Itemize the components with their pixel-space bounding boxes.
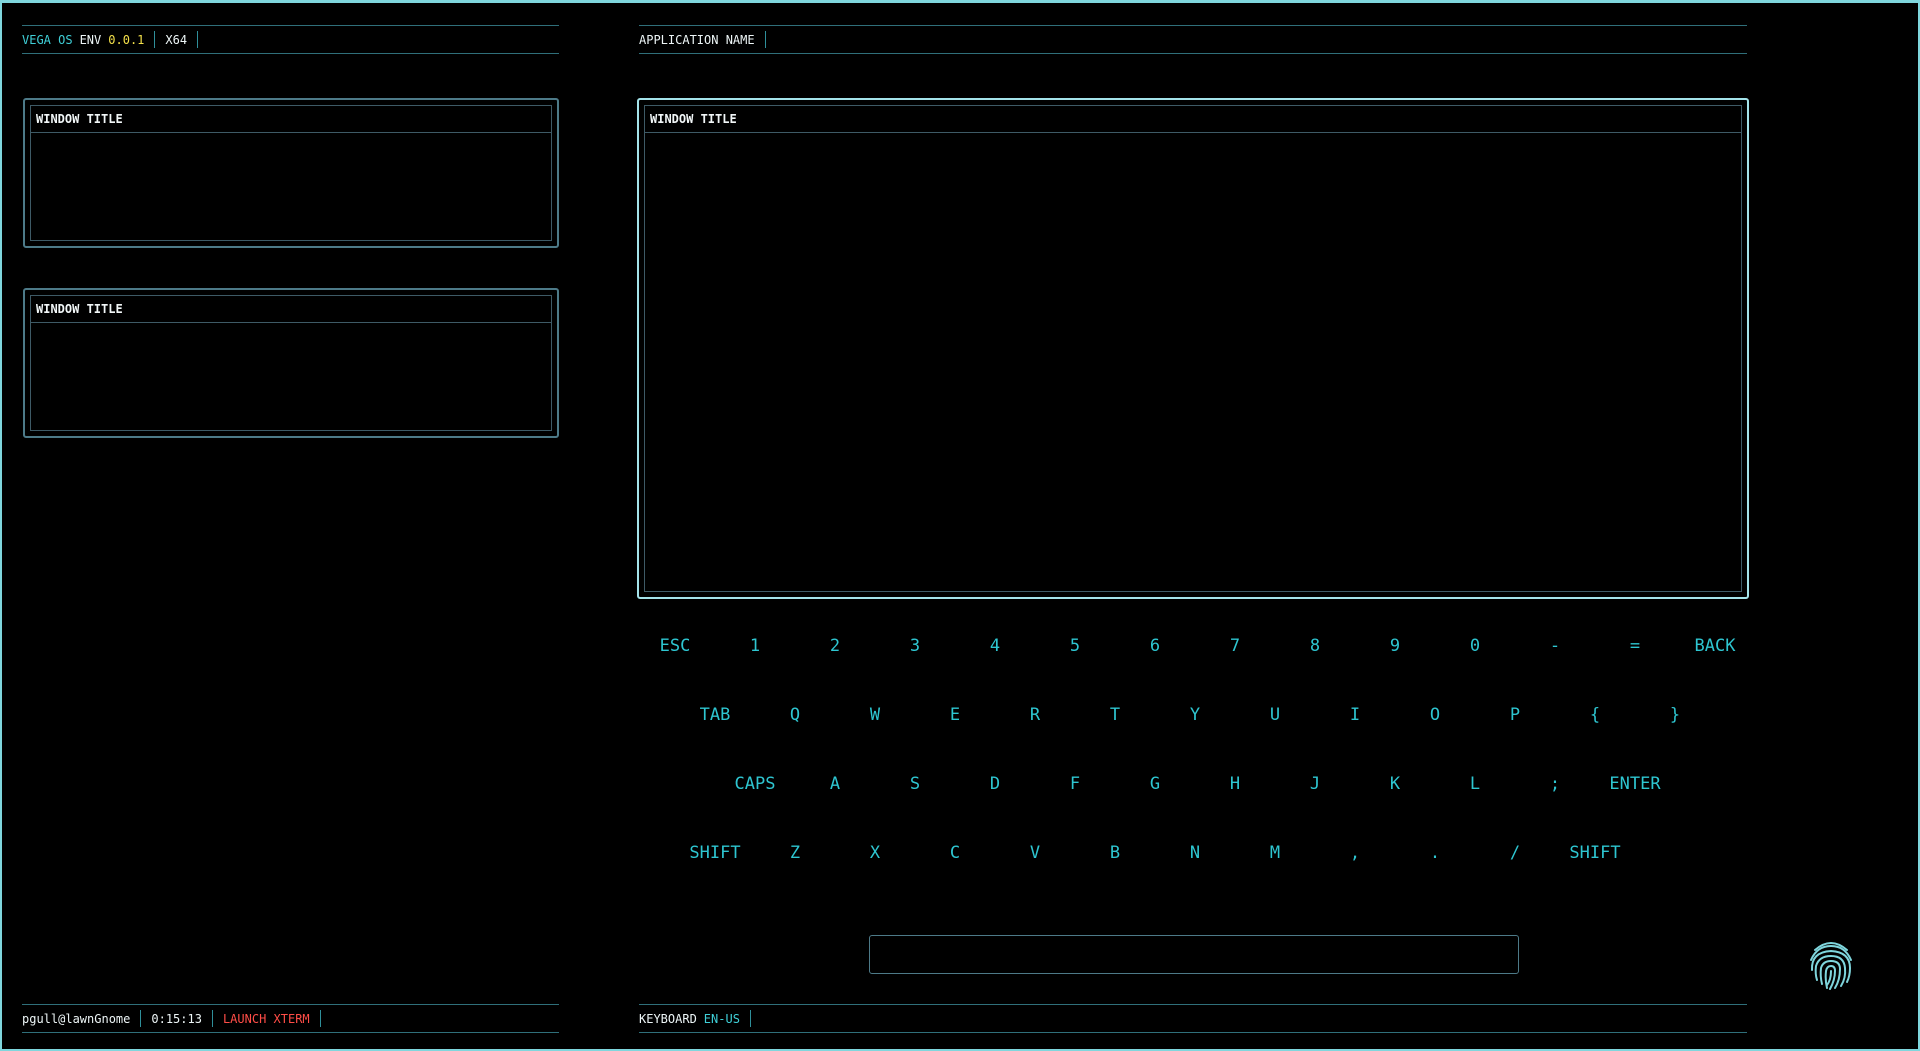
bottom-right-status-bar: KEYBOARD EN-US [639, 1004, 1747, 1033]
key-char[interactable]: 8 [1280, 628, 1350, 664]
key-char[interactable]: { [1560, 697, 1630, 733]
user-info: pgull@lawnGnome [22, 1010, 142, 1027]
key-char[interactable]: V [1000, 835, 1070, 871]
key-caps[interactable]: CAPS [720, 766, 790, 802]
key-char[interactable]: H [1200, 766, 1270, 802]
window-body[interactable] [645, 133, 1741, 591]
window-frame: WINDOW TITLE [644, 105, 1742, 592]
key-char[interactable]: D [960, 766, 1030, 802]
key-char[interactable]: J [1280, 766, 1350, 802]
os-info: VEGA OS ENV 0.0.1 [22, 31, 156, 48]
key-char[interactable]: 6 [1120, 628, 1190, 664]
desktop-screen: VEGA OS ENV 0.0.1 X64 APPLICATION NAME W… [0, 0, 1920, 1051]
clock: 0:15:13 [151, 1011, 202, 1026]
window-title[interactable]: WINDOW TITLE [31, 106, 551, 133]
key-char[interactable]: 3 [880, 628, 950, 664]
keyboard-row: ESC 1 2 3 4 5 6 7 8 9 0- = BACK [639, 628, 1747, 697]
key-char[interactable]: 4 [960, 628, 1030, 664]
user-host: pgull@lawnGnome [22, 1011, 131, 1026]
keyboard-input[interactable] [869, 935, 1519, 974]
key-char[interactable]: R [1000, 697, 1070, 733]
keyboard-row: SHIFT Z X C V B N M,. / SHIFT [639, 835, 1747, 904]
key-char[interactable]: 7 [1200, 628, 1270, 664]
key-char[interactable]: C [920, 835, 990, 871]
key-char[interactable]: P [1480, 697, 1550, 733]
clock-info: 0:15:13 [151, 1010, 213, 1027]
key-char[interactable]: ; [1520, 766, 1590, 802]
key-char[interactable]: 2 [800, 628, 870, 664]
key-char[interactable]: 9 [1360, 628, 1430, 664]
key-shift[interactable]: SHIFT [680, 835, 750, 871]
arch-label: X64 [165, 32, 188, 47]
bottom-left-status-bar: pgull@lawnGnome 0:15:13 LAUNCH XTERM [22, 1004, 559, 1033]
window-title[interactable]: WINDOW TITLE [645, 106, 1741, 133]
key-char[interactable]: = [1600, 628, 1670, 664]
key-char[interactable]: / [1480, 835, 1550, 871]
keyboard-row: CAPS A S D F G H J K L; ENTER [639, 766, 1747, 835]
key-char[interactable]: I [1320, 697, 1390, 733]
key-char[interactable]: N [1160, 835, 1230, 871]
key-tab[interactable]: TAB [680, 697, 750, 733]
key-char[interactable]: E [920, 697, 990, 733]
key-char[interactable]: F [1040, 766, 1110, 802]
window-frame: WINDOW TITLE [30, 295, 552, 431]
key-char[interactable]: Y [1160, 697, 1230, 733]
keyboard-label: KEYBOARD [639, 1011, 697, 1026]
env-label: ENV [79, 32, 102, 47]
key-shift[interactable]: SHIFT [1560, 835, 1630, 871]
window-title[interactable]: WINDOW TITLE [31, 296, 551, 323]
keyboard-row: TAB Q W E R T Y U I O P {} [639, 697, 1747, 766]
key-char[interactable]: Q [760, 697, 830, 733]
key-char[interactable]: L [1440, 766, 1510, 802]
key-esc[interactable]: ESC [640, 628, 710, 664]
key-enter[interactable]: ENTER [1600, 766, 1670, 802]
top-right-status-bar: APPLICATION NAME [639, 25, 1747, 54]
os-name: VEGA OS [22, 32, 73, 47]
key-char[interactable]: - [1520, 628, 1590, 664]
key-char[interactable]: 1 [720, 628, 790, 664]
key-char[interactable]: W [840, 697, 910, 733]
key-back[interactable]: BACK [1680, 628, 1750, 664]
launch-xterm-button[interactable]: LAUNCH XTERM [223, 1012, 310, 1026]
arch-info: X64 [165, 31, 199, 48]
key-char[interactable]: U [1240, 697, 1310, 733]
key-char[interactable]: K [1360, 766, 1430, 802]
key-char[interactable]: X [840, 835, 910, 871]
window-body[interactable] [31, 133, 551, 240]
key-char[interactable]: G [1120, 766, 1190, 802]
left-bottom-window[interactable]: WINDOW TITLE [23, 288, 559, 438]
key-char[interactable]: T [1080, 697, 1150, 733]
top-left-status-bar: VEGA OS ENV 0.0.1 X64 [22, 25, 559, 54]
launch-info: LAUNCH XTERM [223, 1010, 321, 1027]
window-body[interactable] [31, 323, 551, 430]
window-frame: WINDOW TITLE [30, 105, 552, 241]
key-char[interactable]: B [1080, 835, 1150, 871]
left-top-window[interactable]: WINDOW TITLE [23, 98, 559, 248]
fingerprint-icon[interactable] [1807, 938, 1855, 990]
key-char[interactable]: } [1640, 697, 1710, 733]
key-char[interactable]: Z [760, 835, 830, 871]
key-char[interactable]: A [800, 766, 870, 802]
key-char[interactable]: O [1400, 697, 1470, 733]
key-char[interactable]: M [1240, 835, 1310, 871]
app-info: APPLICATION NAME [639, 31, 766, 48]
keyboard-info: KEYBOARD EN-US [639, 1010, 751, 1027]
key-char[interactable]: 5 [1040, 628, 1110, 664]
main-window[interactable]: WINDOW TITLE [637, 98, 1749, 599]
os-version: 0.0.1 [108, 32, 145, 47]
key-char[interactable]: . [1400, 835, 1470, 871]
on-screen-keyboard: ESC 1 2 3 4 5 6 7 8 9 0- = BACK TAB Q W E R T Y U I O P{} CAPS A S… [639, 628, 1747, 904]
key-char[interactable]: 0 [1440, 628, 1510, 664]
key-char[interactable]: , [1320, 835, 1390, 871]
keyboard-layout[interactable]: EN-US [704, 1012, 740, 1026]
application-name: APPLICATION NAME [639, 32, 755, 47]
key-char[interactable]: S [880, 766, 950, 802]
